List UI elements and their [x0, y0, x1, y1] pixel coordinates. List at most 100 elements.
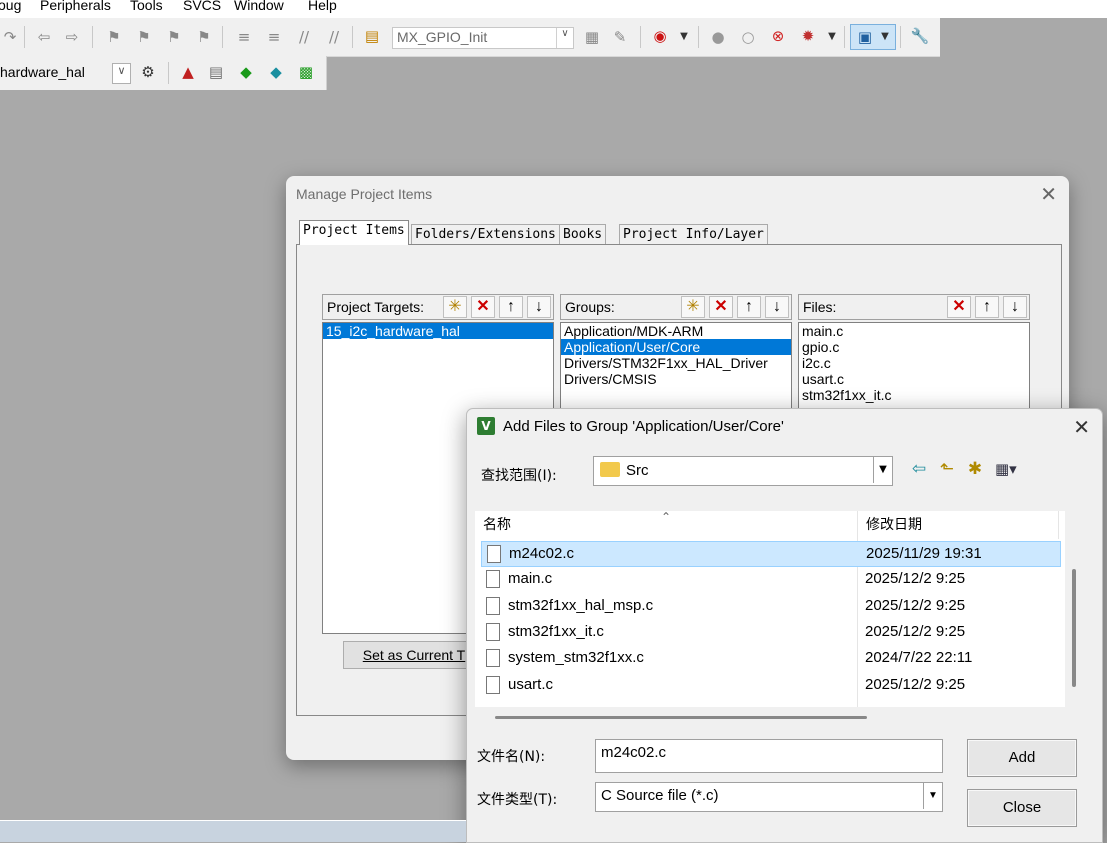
move-down-icon[interactable]: ↓	[527, 296, 551, 318]
file-list-item[interactable]: gpio.c	[799, 339, 1029, 355]
file-row[interactable]: usart.c 2025/12/2 9:25	[481, 673, 1059, 697]
chevron-down-icon[interactable]: ▼	[822, 27, 842, 47]
menu-tools[interactable]: Tools	[130, 0, 163, 13]
file-list[interactable]: 名称 ⌃ 修改日期 m24c02.c 2025/11/29 19:31 main.c…	[475, 510, 1065, 707]
target-combo-value: hardware_hal	[0, 64, 85, 80]
nav-back-icon[interactable]: ⇦	[34, 27, 54, 47]
up-folder-icon[interactable]: ⬑	[937, 459, 957, 479]
redo-icon[interactable]: ↷	[0, 27, 20, 47]
group-list-item[interactable]: Application/MDK-ARM	[561, 323, 791, 339]
uncomment-icon[interactable]: //	[324, 27, 344, 47]
tab-project-items[interactable]: Project Items	[299, 220, 409, 245]
select-pack-icon[interactable]: ◆	[266, 62, 286, 82]
group-list-item[interactable]: Application/User/Core	[561, 339, 791, 355]
debug-start-icon[interactable]: ◉	[650, 26, 670, 46]
unindent-icon[interactable]: ≡	[264, 27, 284, 47]
file-icon	[486, 570, 500, 589]
toolbar-separator	[900, 26, 901, 48]
file-name: stm32f1xx_it.c	[508, 622, 604, 640]
delete-icon[interactable]: ✕	[709, 296, 733, 318]
column-header-name[interactable]: 名称 ⌃	[475, 510, 858, 539]
move-up-icon[interactable]: ↑	[975, 296, 999, 318]
file-list-item[interactable]: usart.c	[799, 371, 1029, 387]
file-type-value: C Source file (*.c)	[601, 787, 719, 804]
configure-icon[interactable]: ✹	[798, 26, 818, 46]
close-icon[interactable]: ✕	[1073, 415, 1090, 439]
bookmark-clear-icon[interactable]: ⚑	[194, 27, 214, 47]
comment-icon[interactable]: //	[294, 27, 314, 47]
chevron-down-icon: ▼	[873, 457, 892, 483]
back-icon[interactable]: ⇦	[909, 459, 929, 479]
move-up-icon[interactable]: ↑	[499, 296, 523, 318]
delete-icon[interactable]: ✕	[947, 296, 971, 318]
menu-debug[interactable]: oug	[0, 0, 21, 13]
group-list-item[interactable]: Drivers/STM32F1xx_HAL_Driver	[561, 355, 791, 371]
bookmark-prev-icon[interactable]: ⚑	[134, 27, 154, 47]
tab-folders-extensions[interactable]: Folders/Extensions	[411, 224, 560, 245]
file-date: 2025/12/2 9:25	[865, 596, 966, 614]
sort-ascending-icon: ⌃	[661, 510, 672, 524]
menu-svcs[interactable]: SVCS	[183, 0, 221, 13]
file-name-input[interactable]: m24c02.c	[595, 739, 943, 773]
status-strip	[0, 820, 466, 842]
chevron-down-icon[interactable]: ▼	[674, 27, 694, 47]
new-folder-icon[interactable]: ✱	[965, 459, 985, 479]
target-list-item[interactable]: 15_i2c_hardware_hal	[323, 323, 553, 339]
move-up-icon[interactable]: ↑	[737, 296, 761, 318]
target-combo[interactable]: hardware_hal ∨	[0, 63, 131, 84]
view-menu-icon[interactable]: ▦▾	[995, 459, 1017, 479]
close-button[interactable]: Close	[967, 789, 1077, 827]
file-row[interactable]: system_stm32f1xx.c 2024/7/22 22:11	[481, 646, 1059, 670]
run-time-environment-icon[interactable]: ▩	[296, 62, 316, 82]
pack-installer-icon[interactable]: ◆	[236, 62, 256, 82]
toolbar-separator	[698, 26, 699, 48]
find-icon[interactable]: ✎	[610, 27, 630, 47]
new-item-icon[interactable]: ✳	[443, 296, 467, 318]
menu-peripherals[interactable]: Peripherals	[40, 0, 111, 13]
vertical-scrollbar[interactable]	[1072, 569, 1076, 687]
nav-forward-icon[interactable]: ⇨	[62, 27, 82, 47]
incremental-find-icon[interactable]: ▦	[582, 27, 602, 47]
file-extensions-icon[interactable]: ▤	[206, 62, 226, 82]
target-options-icon[interactable]: ⚙	[138, 62, 158, 82]
breakpoint-disable-icon[interactable]: ○	[738, 27, 758, 47]
file-row[interactable]: stm32f1xx_it.c 2025/12/2 9:25	[481, 620, 1059, 644]
file-icon	[487, 545, 501, 563]
groups-label: Groups:	[565, 299, 615, 315]
wrench-icon[interactable]: 🔧	[910, 26, 930, 46]
add-button[interactable]: Add	[967, 739, 1077, 777]
file-row[interactable]: stm32f1xx_hal_msp.c 2025/12/2 9:25	[481, 594, 1059, 618]
build-toolbar: hardware_hal ∨ ⚙ ▲ ▤ ◆ ◆ ▩	[0, 56, 327, 90]
breakpoint-icon[interactable]: ●	[708, 27, 728, 47]
new-item-icon[interactable]: ✳	[681, 296, 705, 318]
column-header-date[interactable]: 修改日期	[858, 511, 1059, 539]
tab-books[interactable]: Books	[559, 224, 607, 245]
tab-project-info-layer[interactable]: Project Info/Layer	[619, 224, 768, 245]
breakpoint-kill-icon[interactable]: ⊗	[768, 26, 788, 46]
indent-icon[interactable]: ≡	[234, 27, 254, 47]
manage-components-icon[interactable]: ▲	[178, 62, 198, 82]
set-as-current-target-button[interactable]: Set as Current T	[343, 641, 485, 669]
file-name-value: m24c02.c	[601, 744, 667, 761]
window-layout-button[interactable]: ▣ ▼	[850, 24, 896, 50]
menu-window[interactable]: Window	[234, 0, 284, 13]
close-icon[interactable]: ✕	[1040, 182, 1057, 206]
horizontal-scrollbar[interactable]	[495, 716, 867, 719]
file-type-combo[interactable]: C Source file (*.c) ▼	[595, 782, 943, 812]
file-list-item[interactable]: i2c.c	[799, 355, 1029, 371]
file-row[interactable]: main.c 2025/12/2 9:25	[481, 567, 1059, 591]
move-down-icon[interactable]: ↓	[765, 296, 789, 318]
file-row[interactable]: m24c02.c 2025/11/29 19:31	[481, 541, 1061, 567]
file-icon	[486, 675, 500, 694]
menu-help[interactable]: Help	[308, 0, 337, 13]
bookmark-icon[interactable]: ⚑	[104, 27, 124, 47]
look-in-combo[interactable]: Src ▼	[593, 456, 893, 486]
file-list-item[interactable]: stm32f1xx_it.c	[799, 387, 1029, 403]
function-combo[interactable]: MX_GPIO_Init ∨	[392, 27, 574, 49]
delete-icon[interactable]: ✕	[471, 296, 495, 318]
move-down-icon[interactable]: ↓	[1003, 296, 1027, 318]
file-list-item[interactable]: main.c	[799, 323, 1029, 339]
bookmark-next-icon[interactable]: ⚑	[164, 27, 184, 47]
find-in-files-icon[interactable]: ▤	[362, 26, 382, 46]
group-list-item[interactable]: Drivers/CMSIS	[561, 371, 791, 387]
